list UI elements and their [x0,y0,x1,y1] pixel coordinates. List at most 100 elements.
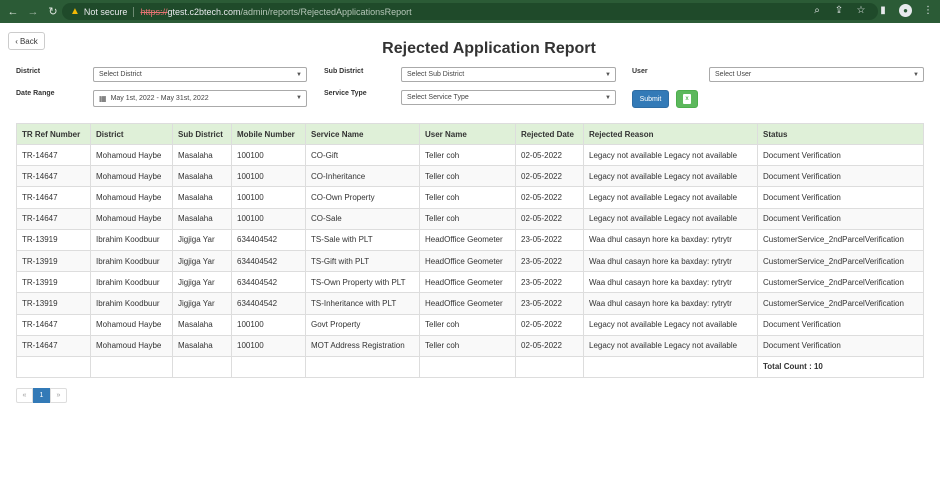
address-separator [133,6,135,17]
table-cell [305,355,420,379]
pagination-prev[interactable]: « [16,388,33,403]
table-cell: Govt Property [305,313,420,336]
share-icon[interactable]: ⇪ [833,5,845,16]
table-cell: Mohamoud Haybe [90,186,173,209]
zoom-search-icon[interactable]: ⌕ [811,5,823,16]
table-cell: Jigjiga Yar [172,271,232,294]
table-cell: CO-Gift [305,143,420,167]
table-cell: 23-05-2022 [515,292,584,315]
pagination-page-1[interactable]: 1 [33,388,50,403]
table-cell: Jigjiga Yar [172,228,232,251]
side-panel-icon[interactable]: ▮ [877,5,889,16]
servicetype-label: Service Type [324,90,367,97]
col-district[interactable]: District [90,123,173,145]
district-select[interactable]: Select District ▼ [93,67,307,82]
table-cell: Legacy not available Legacy not availabl… [583,334,758,357]
browser-forward-icon[interactable]: → [26,6,40,18]
col-rejected-date[interactable]: Rejected Date [515,123,584,145]
table-cell: 23-05-2022 [515,228,584,251]
table-cell: Teller coh [419,334,516,357]
chevron-down-icon: ▼ [605,72,611,78]
user-select[interactable]: Select User ▼ [709,67,924,82]
table-cell: TS-Sale with PLT [305,228,420,251]
table-total-row: Total Count : 10 [16,355,924,379]
table-cell [16,355,91,379]
table-cell: TR-14647 [16,334,91,357]
table-row: TR-14647 Mohamoud Haybe Masalaha 100100 CO-I… [16,165,924,188]
table-cell: 02-05-2022 [515,186,584,209]
table-cell: CustomerService_2ndParcelVerification [757,249,924,273]
user-select-value: Select User [715,71,752,78]
table-row: TR-13919 Ibrahim Koodbuur Jigjiga Yar 63440… [16,271,924,294]
daterange-picker[interactable]: ▦ May 1st, 2022 - May 31st, 2022 ▼ [93,90,307,107]
table-cell: Legacy not available Legacy not availabl… [583,207,758,230]
servicetype-select[interactable]: Select Service Type ▼ [401,90,616,105]
pagination-next[interactable]: » [50,388,67,403]
chevron-down-icon: ▼ [296,72,302,78]
table-cell: Teller coh [419,186,516,209]
table-cell: Waa dhul casayn hore ka baxday: rytrytr [583,271,758,294]
col-sub-district[interactable]: Sub District [172,123,232,145]
table-cell: 634404542 [231,249,306,273]
table-cell: Waa dhul casayn hore ka baxday: rytrytr [583,249,758,273]
export-excel-button[interactable]: x [676,90,698,108]
table-cell [90,355,173,379]
browser-menu-icon[interactable]: ⋮ [922,5,934,16]
url-path: /admin/reports/RejectedApplicationsRepor… [240,6,412,17]
submit-button[interactable]: Submit [632,90,669,108]
table-cell [515,355,584,379]
table-cell: Mohamoud Haybe [90,334,173,357]
subdistrict-select[interactable]: Select Sub District ▼ [401,67,616,82]
col-status[interactable]: Status [757,123,924,145]
daterange-value: May 1st, 2022 - May 31st, 2022 [110,95,209,102]
table-cell: 100100 [231,165,306,188]
table-cell: MOT Address Registration [305,334,420,357]
address-bar[interactable]: ▲ Not secure https:// gtest.c2btech.com … [62,3,878,20]
district-select-value: Select District [99,71,142,78]
table-cell [172,355,232,379]
rejected-applications-table: TR Ref Number District Sub District Mobi… [16,123,924,379]
table-cell: Masalaha [172,143,232,167]
col-service-name[interactable]: Service Name [305,123,420,145]
table-cell: 02-05-2022 [515,313,584,336]
table-row: TR-14647 Mohamoud Haybe Masalaha 100100 Govt… [16,313,924,336]
table-cell: TR-13919 [16,292,91,315]
col-user-name[interactable]: User Name [419,123,516,145]
table-cell: 02-05-2022 [515,207,584,230]
table-cell: Teller coh [419,143,516,167]
table-cell: 100100 [231,207,306,230]
table-cell: HeadOffice Geometer [419,249,516,273]
table-cell: TR-14647 [16,207,91,230]
table-cell: 23-05-2022 [515,249,584,273]
chevron-down-icon: ▼ [913,72,919,78]
table-cell: Legacy not available Legacy not availabl… [583,186,758,209]
table-cell: Ibrahim Koodbuur [90,271,173,294]
col-tr-ref-number[interactable]: TR Ref Number [16,123,91,145]
chevron-down-icon: ▼ [605,95,611,101]
bookmark-star-icon[interactable]: ☆ [855,5,867,16]
report-page: ‹ Back Rejected Application Report Distr… [0,23,940,488]
browser-reload-icon[interactable]: ↻ [46,5,60,18]
table-cell: Masalaha [172,186,232,209]
table-cell: Document Verification [757,143,924,167]
table-cell: 634404542 [231,271,306,294]
table-row: TR-14647 Mohamoud Haybe Masalaha 100100 MOT … [16,334,924,357]
col-rejected-reason[interactable]: Rejected Reason [583,123,758,145]
servicetype-select-value: Select Service Type [407,94,469,101]
col-mobile-number[interactable]: Mobile Number [231,123,306,145]
page-title: Rejected Application Report [382,40,596,57]
browser-back-icon[interactable]: ← [6,6,20,18]
calendar-icon: ▦ [99,94,107,103]
table-cell: TR-14647 [16,165,91,188]
table-cell: Legacy not available Legacy not availabl… [583,165,758,188]
table-cell: CO-Inheritance [305,165,420,188]
table-cell: Waa dhul casayn hore ka baxday: rytrytr [583,292,758,315]
table-cell: 02-05-2022 [515,143,584,167]
table-cell: Mohamoud Haybe [90,165,173,188]
excel-file-icon: x [683,94,691,104]
table-cell: Teller coh [419,207,516,230]
profile-avatar-icon[interactable]: ● [899,4,912,17]
table-cell: 634404542 [231,228,306,251]
table-cell: TR-13919 [16,249,91,273]
table-cell: Masalaha [172,334,232,357]
